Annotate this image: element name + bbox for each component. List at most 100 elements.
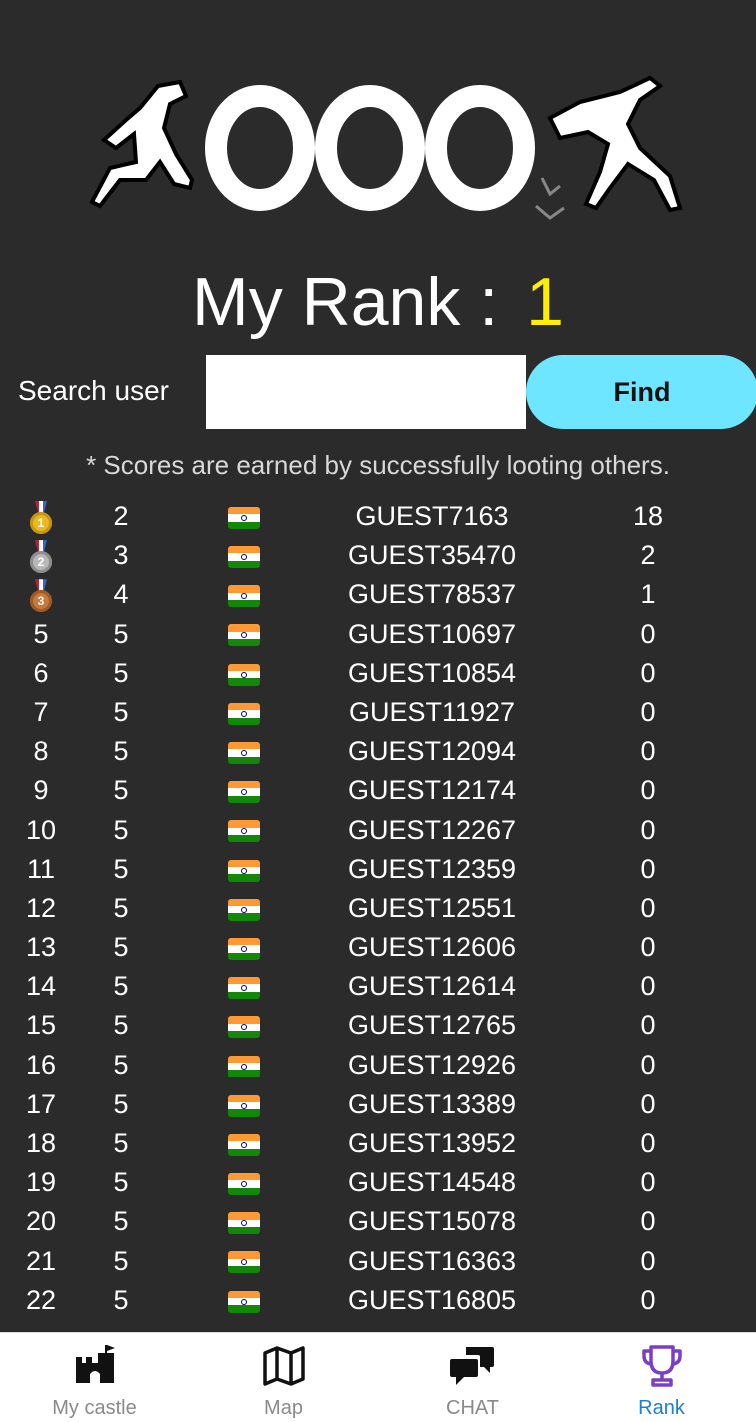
ranking-row[interactable]: 18 5 GUEST13952 0 <box>0 1124 756 1163</box>
level-value: 5 <box>113 1049 129 1080</box>
india-flag-icon <box>228 1290 260 1313</box>
user-name: GUEST11927 <box>348 696 516 727</box>
user-name: GUEST12267 <box>347 814 517 845</box>
level-value: 5 <box>113 853 129 884</box>
rank-position: 19 <box>25 1167 57 1198</box>
country-flag <box>222 811 266 850</box>
level-value: 5 <box>113 618 129 649</box>
ranking-row[interactable]: 5 5 GUEST10697 0 <box>0 615 756 654</box>
user-name: GUEST16805 <box>347 1284 517 1315</box>
nav-rank[interactable]: Rank <box>567 1333 756 1422</box>
nav-label-my-castle: My castle <box>52 1397 137 1419</box>
country-flag <box>222 889 266 928</box>
ranking-row[interactable]: 15 5 GUEST12765 0 <box>0 1006 756 1045</box>
user-score: 18 <box>632 501 664 531</box>
user-name: GUEST78537 <box>347 579 517 610</box>
ranking-row[interactable]: 9 5 GUEST12174 0 <box>0 771 756 810</box>
india-flag-icon <box>228 1251 260 1274</box>
country-flag <box>222 1085 266 1124</box>
ranking-row[interactable]: 22 5 GUEST16805 0 <box>0 1281 756 1320</box>
my-rank-value: 1 <box>526 264 564 340</box>
india-flag-icon <box>228 1016 260 1039</box>
ranking-row[interactable]: 21 5 GUEST16363 0 <box>0 1242 756 1281</box>
country-flag <box>222 536 266 575</box>
rank-position: 5 <box>33 618 49 649</box>
country-flag <box>222 771 266 810</box>
level-value: 5 <box>113 775 129 806</box>
ranking-row[interactable]: 12 5 GUEST12551 0 <box>0 889 756 928</box>
india-flag-icon <box>228 1212 260 1235</box>
user-score: 0 <box>640 1049 656 1080</box>
ranking-row[interactable]: 11 5 GUEST12359 0 <box>0 850 756 889</box>
user-score: 0 <box>640 932 656 963</box>
ranking-row[interactable]: 20 5 GUEST15078 0 <box>0 1202 756 1241</box>
india-flag-icon <box>228 546 260 569</box>
user-score: 0 <box>640 1167 656 1198</box>
country-flag <box>222 1202 266 1241</box>
nav-label-map: Map <box>264 1397 303 1419</box>
user-name: GUEST12614 <box>347 971 517 1002</box>
india-flag-icon <box>228 506 260 529</box>
ranking-row[interactable]: 2 3 GUEST35470 2 <box>0 536 756 575</box>
user-score: 0 <box>640 853 656 884</box>
ranking-row[interactable]: 17 5 GUEST13389 0 <box>0 1085 756 1124</box>
ranking-row[interactable]: 6 5 GUEST10854 0 <box>0 654 756 693</box>
user-name: GUEST16363 <box>347 1245 517 1276</box>
nav-my-castle[interactable]: My castle <box>0 1333 189 1422</box>
rank-position: 18 <box>25 1128 57 1158</box>
user-name: GUEST12174 <box>347 775 517 806</box>
search-user-label: Search user <box>18 375 169 406</box>
bronze-medal-icon: 3 <box>10 575 72 614</box>
nav-label-chat: CHAT <box>446 1397 499 1419</box>
india-flag-icon <box>228 781 260 804</box>
user-score: 0 <box>640 1088 656 1119</box>
find-button[interactable]: Find <box>526 355 756 429</box>
user-name: GUEST13952 <box>347 1128 517 1158</box>
ranking-row[interactable]: 19 5 GUEST14548 0 <box>0 1163 756 1202</box>
rank-position: 10 <box>25 814 57 845</box>
nav-chat[interactable]: CHAT <box>378 1333 567 1422</box>
user-score: 1 <box>640 579 656 610</box>
ranking-row[interactable]: 3 4 GUEST78537 1 <box>0 575 756 614</box>
rank-position: 16 <box>25 1049 57 1080</box>
user-score: 0 <box>640 657 656 688</box>
country-flag <box>222 1281 266 1320</box>
level-value: 5 <box>113 736 129 767</box>
india-flag-icon <box>228 702 260 725</box>
user-score: 0 <box>640 1245 656 1276</box>
india-flag-icon <box>228 859 260 882</box>
user-name: GUEST12926 <box>347 1049 517 1080</box>
ranking-row[interactable]: 13 5 GUEST12606 0 <box>0 928 756 967</box>
user-score: 0 <box>640 971 656 1002</box>
country-flag <box>222 693 266 732</box>
rank-position: 12 <box>25 892 57 923</box>
level-value: 3 <box>113 540 129 571</box>
user-name: GUEST10697 <box>347 618 517 649</box>
search-user-input[interactable] <box>206 355 526 429</box>
score-note: * Scores are earned by successfully loot… <box>86 450 670 480</box>
ranking-row[interactable]: 10 5 GUEST12267 0 <box>0 811 756 850</box>
country-flag <box>222 732 266 771</box>
user-score: 0 <box>640 618 656 649</box>
ranking-row[interactable]: 16 5 GUEST12926 0 <box>0 1046 756 1085</box>
india-flag-icon <box>228 898 260 921</box>
user-score: 0 <box>640 1284 656 1315</box>
user-score: 0 <box>640 696 656 727</box>
user-score: 0 <box>640 814 656 845</box>
india-flag-icon <box>228 977 260 1000</box>
ranking-row[interactable]: 7 5 GUEST11927 0 <box>0 693 756 732</box>
level-value: 5 <box>113 1010 129 1041</box>
ranking-row[interactable]: 14 5 GUEST12614 0 <box>0 967 756 1006</box>
nav-map[interactable]: Map <box>189 1333 378 1422</box>
ranking-row[interactable]: 8 5 GUEST12094 0 <box>0 732 756 771</box>
rank-position: 14 <box>25 971 57 1002</box>
india-flag-icon <box>228 1055 260 1078</box>
user-name: GUEST14548 <box>347 1167 517 1198</box>
rank-position: 13 <box>25 932 57 963</box>
country-flag <box>222 928 266 967</box>
india-flag-icon <box>228 1173 260 1196</box>
ranking-row[interactable]: 1 2 GUEST7163 18 <box>0 497 756 536</box>
chat-icon <box>450 1347 494 1385</box>
level-value: 5 <box>113 1284 129 1315</box>
bottom-nav: My castle Map CHAT Rank <box>0 1332 756 1422</box>
